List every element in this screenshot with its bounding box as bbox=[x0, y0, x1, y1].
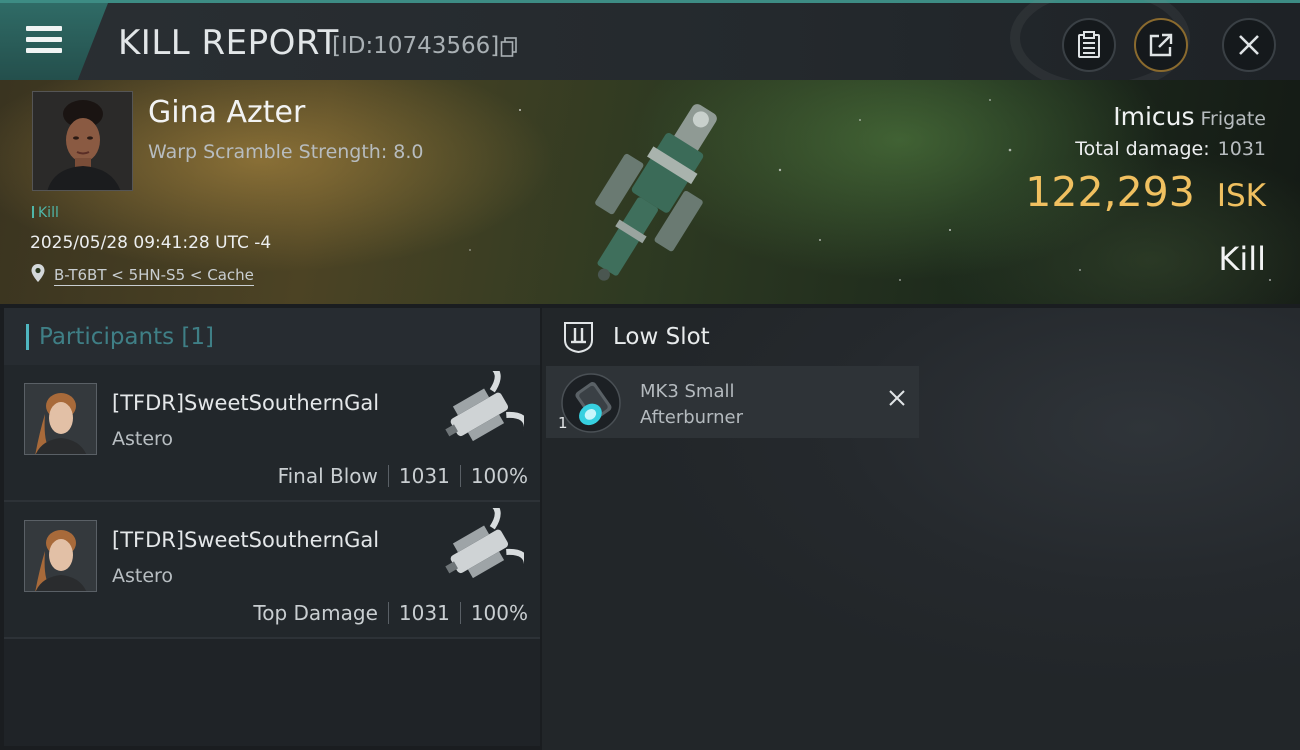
module-item[interactable]: 1 MK3 Small Afterburner bbox=[546, 366, 919, 438]
module-quantity: 1 bbox=[558, 414, 568, 432]
ship-class: Frigate bbox=[1200, 108, 1266, 130]
participant-name[interactable]: [TFDR]SweetSouthernGal bbox=[112, 391, 379, 415]
afterburner-icon bbox=[561, 373, 621, 433]
participants-count: [1] bbox=[181, 323, 215, 350]
victim-name[interactable]: Gina Azter bbox=[148, 95, 305, 130]
participant-name[interactable]: [TFDR]SweetSouthernGal bbox=[112, 528, 379, 552]
participant-damage: 1031 bbox=[398, 601, 450, 625]
destroyed-x-icon bbox=[889, 390, 905, 406]
character-portrait-image bbox=[33, 92, 132, 190]
module-name: MK3 Small Afterburner bbox=[640, 379, 743, 431]
character-portrait-image bbox=[25, 521, 96, 591]
total-damage-label: Total damage: bbox=[1075, 138, 1210, 160]
report-id: [ID:10743566] bbox=[332, 33, 500, 59]
close-button[interactable] bbox=[1222, 18, 1276, 72]
participant-role: Top Damage bbox=[253, 601, 378, 625]
participant-ship-image[interactable] bbox=[432, 371, 524, 457]
divider bbox=[459, 465, 461, 487]
participant-row[interactable]: [TFDR]SweetSouthernGal Astero Top Damage… bbox=[4, 502, 540, 639]
participant-percent: 100% bbox=[470, 464, 528, 488]
fitting-panel: Low Slot 1 MK3 Small Afterburner bbox=[542, 308, 1300, 750]
victim-portrait[interactable] bbox=[32, 91, 133, 191]
participant-ship: Astero bbox=[112, 428, 174, 450]
clipboard-icon bbox=[1078, 31, 1100, 58]
participant-portrait[interactable] bbox=[24, 383, 97, 455]
isk-value: 122,293 ISK bbox=[1025, 168, 1266, 216]
ship-name: Imicus bbox=[1113, 102, 1195, 131]
participants-label: Participants bbox=[39, 323, 175, 350]
top-bar: KILL REPORT [ID:10743566] bbox=[0, 0, 1300, 93]
low-slot-header: Low Slot bbox=[562, 320, 710, 354]
total-damage-value: 1031 bbox=[1217, 138, 1266, 160]
menu-icon[interactable] bbox=[26, 26, 62, 54]
kill-location-link[interactable]: B-T6BT < 5HN-S5 < Cache bbox=[54, 266, 254, 286]
share-button[interactable] bbox=[1134, 18, 1188, 72]
participants-panel: Participants [1] [TFDR]SweetSouthernGal … bbox=[4, 308, 540, 746]
participant-ship: Astero bbox=[112, 565, 174, 587]
participant-ship-image[interactable] bbox=[432, 508, 524, 594]
victim-panel: Gina Azter Warp Scramble Strength: 8.0 K… bbox=[0, 80, 1300, 304]
divider bbox=[387, 465, 389, 487]
isk-unit: ISK bbox=[1216, 178, 1266, 214]
share-icon bbox=[1149, 33, 1173, 57]
location-pin-icon bbox=[31, 264, 45, 282]
module-name-line1: MK3 Small bbox=[640, 381, 735, 402]
divider bbox=[387, 602, 389, 624]
character-portrait-image bbox=[25, 384, 96, 454]
slot-title: Low Slot bbox=[613, 324, 710, 350]
module-name-line2: Afterburner bbox=[640, 407, 744, 428]
participants-header[interactable]: Participants [1] bbox=[4, 308, 540, 365]
report-button[interactable] bbox=[1062, 18, 1116, 72]
participant-role: Final Blow bbox=[277, 464, 378, 488]
result-label: Kill bbox=[1218, 240, 1266, 278]
warp-scramble-strength: Warp Scramble Strength: 8.0 bbox=[148, 141, 424, 163]
kill-datetime: 2025/05/28 09:41:28 UTC -4 bbox=[30, 233, 272, 253]
participant-portrait[interactable] bbox=[24, 520, 97, 592]
victim-ship-type[interactable]: Imicus Frigate bbox=[1113, 102, 1266, 131]
participant-damage: 1031 bbox=[398, 464, 450, 488]
victim-ship-image[interactable] bbox=[570, 84, 740, 299]
participant-percent: 100% bbox=[470, 601, 528, 625]
divider bbox=[459, 602, 461, 624]
menu-button[interactable] bbox=[0, 3, 108, 80]
kill-tag: Kill bbox=[32, 205, 59, 221]
isk-amount: 122,293 bbox=[1025, 168, 1195, 216]
total-damage: Total damage: 1031 bbox=[1075, 138, 1266, 160]
copy-icon[interactable] bbox=[500, 37, 518, 57]
page-title: KILL REPORT bbox=[118, 23, 339, 63]
low-slot-icon bbox=[564, 322, 593, 354]
participant-stats: Final Blow 1031 100% bbox=[278, 464, 528, 488]
participant-row[interactable]: [TFDR]SweetSouthernGal Astero Final Blow… bbox=[4, 365, 540, 502]
participant-stats: Top Damage 1031 100% bbox=[253, 601, 528, 625]
close-icon bbox=[1239, 35, 1259, 55]
